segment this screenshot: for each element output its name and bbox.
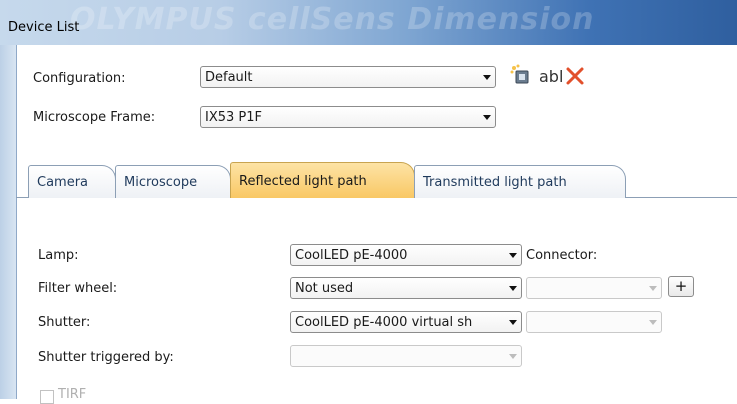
lamp-dropdown[interactable]: CoolLED pE-4000	[290, 244, 522, 266]
chevron-down-icon	[509, 320, 517, 325]
lamp-label: Lamp:	[38, 248, 79, 263]
tab-microscope[interactable]: Microscope	[115, 165, 231, 198]
tirf-label: TIRF	[58, 387, 87, 402]
shutter-connector-dropdown[interactable]	[526, 311, 662, 333]
filter-wheel-label: Filter wheel:	[38, 281, 118, 296]
window-title: Device List	[8, 20, 80, 35]
window-frame-left	[0, 45, 16, 399]
chevron-down-icon	[649, 286, 657, 291]
configuration-label: Configuration:	[33, 71, 126, 86]
chevron-down-icon	[483, 115, 491, 120]
shutter-dropdown[interactable]: CoolLED pE-4000 virtual sh	[290, 311, 522, 333]
chevron-down-icon	[509, 286, 517, 291]
chevron-down-icon	[483, 75, 491, 80]
rename-icon[interactable]: abl	[539, 67, 563, 86]
add-button[interactable]: +	[668, 276, 694, 297]
tirf-checkbox[interactable]	[40, 390, 54, 404]
filter-wheel-connector-dropdown[interactable]	[526, 277, 662, 299]
new-configuration-icon[interactable]	[508, 62, 532, 90]
title-bar: OLYMPUS cellSens Dimension Device List	[0, 0, 737, 45]
microscope-frame-dropdown[interactable]: IX53 P1F	[200, 106, 496, 128]
app-watermark: OLYMPUS cellSens Dimension	[70, 2, 595, 37]
tab-reflected-light-path[interactable]: Reflected light path	[230, 162, 415, 198]
tab-transmitted-light-path[interactable]: Transmitted light path	[414, 165, 626, 198]
shutter-label: Shutter:	[38, 315, 91, 330]
connector-label: Connector:	[526, 248, 598, 263]
shutter-triggered-by-dropdown[interactable]	[290, 345, 522, 367]
tab-camera[interactable]: Camera	[28, 165, 116, 198]
shutter-value: CoolLED pE-4000 virtual sh	[295, 315, 473, 330]
configuration-dropdown[interactable]: Default	[200, 66, 496, 88]
filter-wheel-dropdown[interactable]: Not used	[290, 277, 522, 299]
microscope-frame-value: IX53 P1F	[205, 110, 263, 125]
filter-wheel-value: Not used	[295, 281, 354, 296]
chevron-down-icon	[509, 253, 517, 258]
chevron-down-icon	[649, 320, 657, 325]
chevron-down-icon	[509, 354, 517, 359]
lamp-value: CoolLED pE-4000	[295, 248, 408, 263]
configuration-value: Default	[205, 70, 253, 85]
microscope-frame-label: Microscope Frame:	[33, 110, 156, 125]
delete-icon[interactable]	[565, 66, 585, 89]
shutter-triggered-by-label: Shutter triggered by:	[38, 350, 174, 365]
